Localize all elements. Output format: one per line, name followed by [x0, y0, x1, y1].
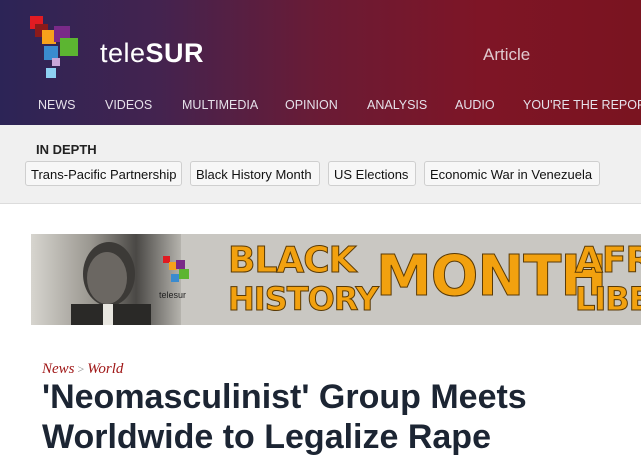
- breadcrumb-world-link[interactable]: World: [87, 361, 123, 377]
- in-depth-title: IN DEPTH: [36, 142, 97, 157]
- tag-us-elections[interactable]: US Elections: [328, 161, 416, 186]
- nav-item-videos[interactable]: VIDEOS: [105, 98, 152, 112]
- tag-economic-war-venezuela[interactable]: Economic War in Venezuela: [424, 161, 600, 186]
- brand-name-part1: tele: [100, 38, 146, 68]
- article-headline: 'Neomasculinist' Group Meets Worldwide t…: [42, 378, 527, 456]
- brand-name-part2: SUR: [145, 38, 205, 68]
- banner-text-afr: AFR: [574, 240, 641, 282]
- banner-text-history: HISTORY: [228, 280, 380, 319]
- nav-item-analysis[interactable]: ANALYSIS: [367, 98, 427, 112]
- section-label: Article: [483, 45, 531, 64]
- banner-portrait-image: [31, 234, 181, 325]
- breadcrumb: News > World: [42, 361, 123, 378]
- banner-logo-text: telesur: [159, 290, 187, 300]
- banner-text-month: MONTH: [375, 244, 607, 310]
- telesur-logo-icon[interactable]: [30, 16, 90, 82]
- breadcrumb-news-link[interactable]: News: [42, 361, 75, 377]
- site-header: teleSUR Article NEWS VIDEOS MULTIMEDIA O…: [0, 0, 641, 125]
- brand-name[interactable]: teleSUR: [100, 38, 204, 69]
- tag-black-history-month[interactable]: Black History Month: [190, 161, 320, 186]
- black-history-month-banner[interactable]: telesur BLACK HISTORY MONTH AFR LIBE: [31, 234, 641, 325]
- banner-text-black: BLACK: [228, 240, 358, 282]
- nav-item-opinion[interactable]: OPINION: [285, 98, 338, 112]
- main-nav: NEWS VIDEOS MULTIMEDIA OPINION ANALYSIS …: [0, 98, 641, 120]
- nav-item-youre-the-reporter[interactable]: YOU'RE THE REPOR: [523, 98, 641, 112]
- banner-telesur-logo-icon: telesur: [159, 256, 195, 316]
- nav-item-multimedia[interactable]: MULTIMEDIA: [182, 98, 258, 112]
- in-depth-bar: IN DEPTH Trans-Pacific Partnership Black…: [0, 125, 641, 204]
- nav-item-audio[interactable]: AUDIO: [455, 98, 495, 112]
- banner-text-libe: LIBE: [575, 280, 641, 319]
- nav-item-news[interactable]: NEWS: [38, 98, 76, 112]
- breadcrumb-separator: >: [77, 362, 85, 376]
- tag-trans-pacific-partnership[interactable]: Trans-Pacific Partnership: [25, 161, 182, 186]
